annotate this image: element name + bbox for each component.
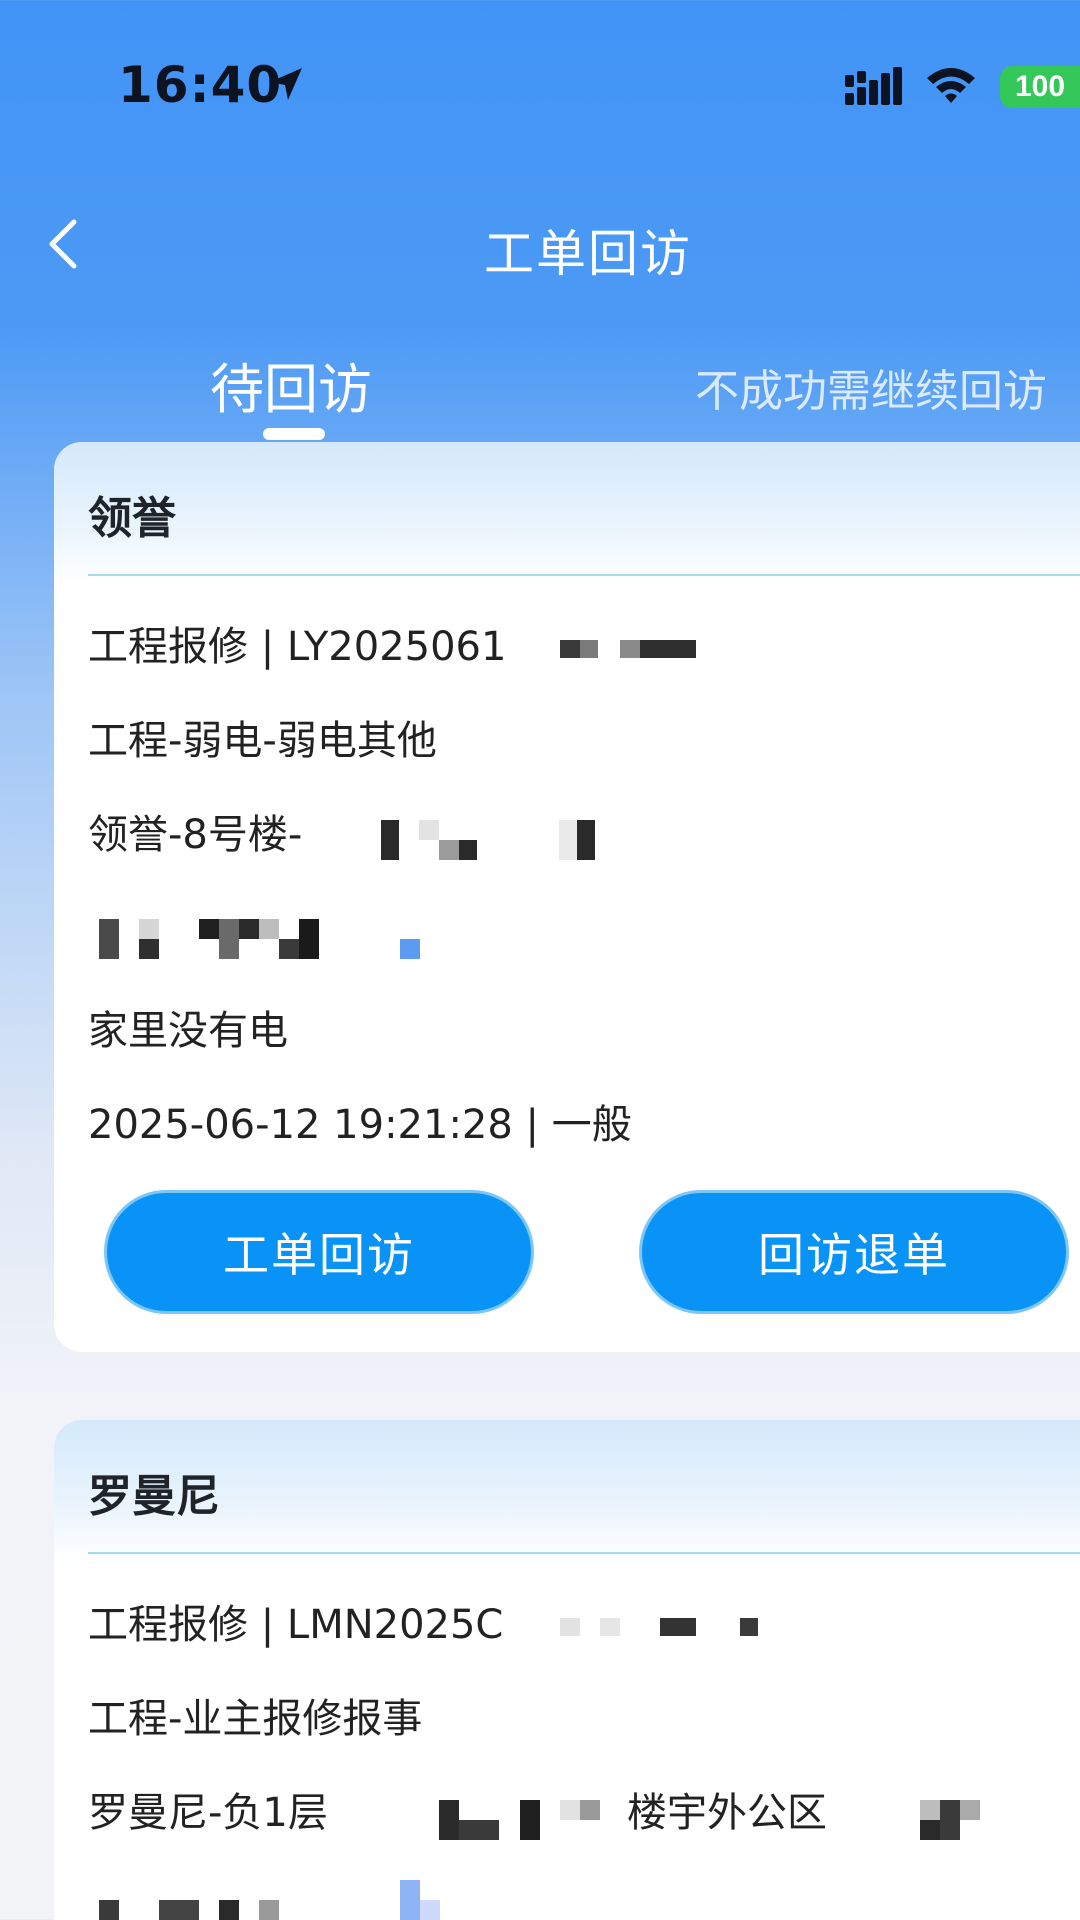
- card-header: 领誉: [54, 442, 1080, 584]
- redacted-block: [400, 1880, 420, 1920]
- redacted-block: [620, 640, 640, 658]
- card-header: 罗曼尼: [54, 1420, 1080, 1562]
- redacted-block: [199, 919, 219, 939]
- redacted-block: [239, 919, 259, 939]
- redacted-block: [920, 1800, 940, 1820]
- redacted-block: [139, 919, 159, 939]
- order-location: 领誉-8号楼-: [88, 812, 303, 858]
- wifi-icon: [927, 68, 975, 103]
- redacted-block: [580, 640, 598, 658]
- redacted-block: [439, 1800, 459, 1840]
- redacted-block: [600, 1618, 620, 1636]
- redacted-block: [159, 1900, 199, 1920]
- visit-return-button[interactable]: 回访退单: [639, 1190, 1069, 1314]
- tab-pending-visit[interactable]: 待回访: [210, 345, 372, 424]
- order-category: 工程-业主报修报事: [88, 1696, 423, 1742]
- redacted-block: [940, 1800, 960, 1840]
- redacted-block: [560, 1800, 580, 1820]
- redacted-block: [520, 1800, 540, 1840]
- battery-icon: 100: [1000, 66, 1080, 108]
- redacted-block: [400, 939, 420, 959]
- redacted-block: [740, 1618, 758, 1636]
- redacted-block: [559, 820, 577, 860]
- work-order-card[interactable]: 领誉 工程报修 | LY2025061 工程-弱电-弱电其他 领誉-8号楼- 家…: [54, 442, 1080, 1352]
- redacted-block: [920, 1820, 940, 1840]
- status-bar: 16:40 100: [0, 0, 1080, 175]
- card-divider: [88, 574, 1080, 576]
- page-title: 工单回访: [484, 225, 692, 283]
- order-category: 工程-弱电-弱电其他: [88, 718, 437, 764]
- redacted-block: [420, 1900, 440, 1920]
- redacted-block: [439, 840, 459, 860]
- redacted-block: [99, 1900, 119, 1920]
- work-order-card[interactable]: 罗曼尼 工程报修 | LMN2025C 工程-业主报修报事 罗曼尼-负1层 楼宇…: [54, 1420, 1080, 1920]
- status-time: 16:40: [118, 56, 283, 114]
- order-type-number: 工程报修 | LY2025061: [88, 624, 507, 670]
- redacted-block: [960, 1800, 980, 1820]
- redacted-block: [580, 1800, 600, 1820]
- redacted-block: [577, 820, 595, 860]
- redacted-block: [381, 820, 399, 860]
- order-type-number: 工程报修 | LMN2025C: [88, 1602, 504, 1648]
- redacted-block: [640, 640, 696, 658]
- redacted-block: [299, 919, 319, 959]
- work-order-visit-button[interactable]: 工单回访: [104, 1190, 534, 1314]
- redacted-block: [219, 919, 239, 959]
- order-location-extra: 楼宇外公区: [627, 1790, 827, 1836]
- card-divider: [88, 1552, 1080, 1554]
- redacted-block: [459, 1820, 499, 1840]
- redacted-block: [419, 820, 439, 840]
- redacted-block: [660, 1618, 696, 1636]
- redacted-block: [279, 939, 299, 959]
- active-tab-indicator: [263, 428, 325, 440]
- order-time-priority: 2025-06-12 19:21:28 | 一般: [88, 1102, 632, 1148]
- redacted-block: [99, 919, 119, 959]
- card-project-name: 领誉: [88, 493, 176, 544]
- redacted-block: [139, 939, 159, 959]
- order-description: 家里没有电: [88, 1008, 288, 1054]
- order-location: 罗曼尼-负1层: [88, 1790, 328, 1836]
- redacted-block: [459, 840, 477, 860]
- redacted-block: [259, 919, 279, 939]
- redacted-block: [560, 640, 580, 658]
- redacted-block: [259, 1900, 279, 1920]
- location-arrow-icon: [270, 68, 302, 100]
- redacted-block: [560, 1618, 580, 1636]
- redacted-block: [219, 1900, 239, 1920]
- signal-icon: [845, 67, 902, 105]
- tab-unsuccessful-revisit[interactable]: 不成功需继续回访: [695, 355, 1047, 419]
- card-project-name: 罗曼尼: [88, 1471, 220, 1522]
